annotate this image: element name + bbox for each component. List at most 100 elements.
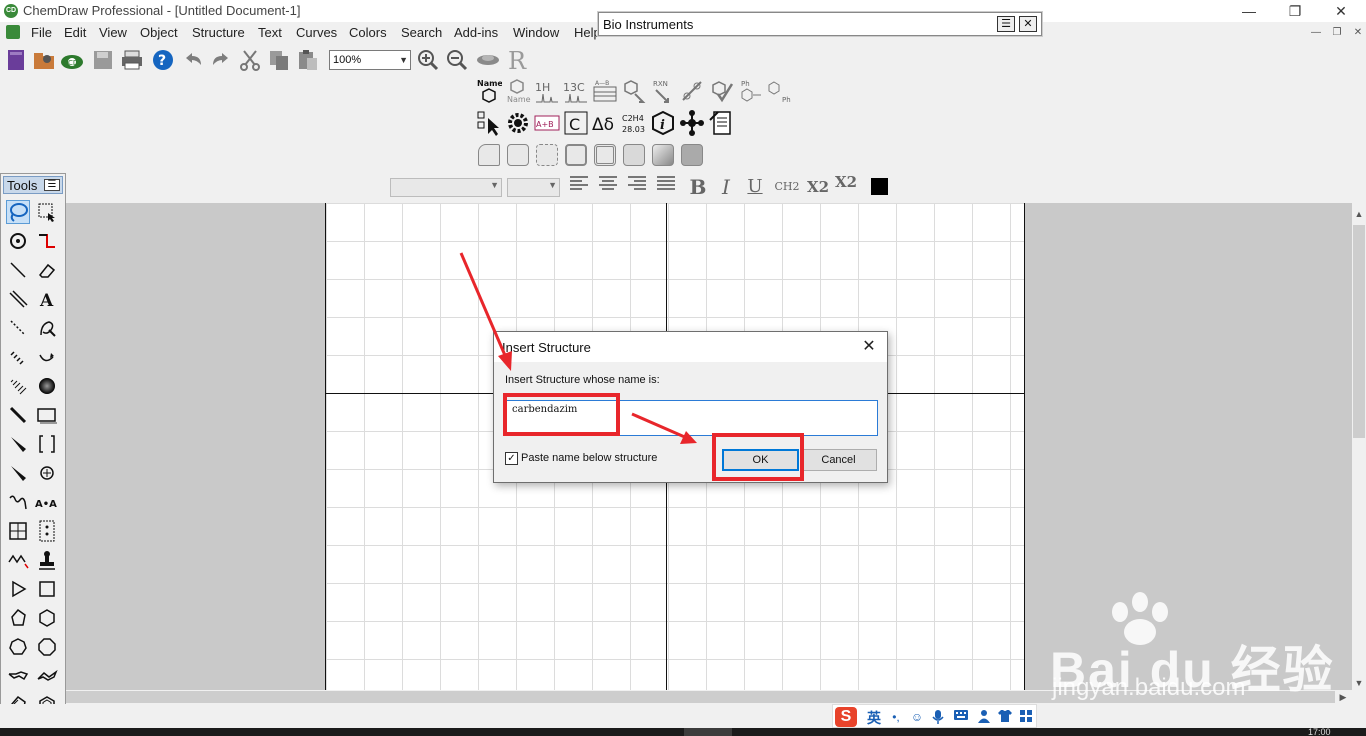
ab-icon[interactable]: A+B [534,110,560,136]
table-icon[interactable]: A—B [592,78,618,104]
help-icon[interactable]: ? [151,48,175,72]
menu-help[interactable]: Help [574,25,598,40]
filled-rect-shape-icon[interactable] [623,144,645,166]
menu-file[interactable]: File [31,25,52,40]
undo-icon[interactable] [181,48,205,72]
punctuation-toggle[interactable]: •, [888,709,904,725]
menu-search[interactable]: Search [401,25,442,40]
marquee-tool-icon[interactable] [35,200,59,224]
rxn-icon[interactable]: RXN [650,78,676,104]
menu-text[interactable]: Text [258,25,282,40]
name-to-structure-icon[interactable]: Name [476,78,502,104]
cyclobutane-tool-icon[interactable] [35,577,59,601]
tools-menu-icon[interactable]: ☰ [44,179,60,191]
shaded-rect-shape-icon[interactable] [652,144,674,166]
cancel-button[interactable]: Cancel [800,449,877,471]
bold-bond-tool-icon[interactable] [6,403,30,427]
lasso-tool-icon[interactable] [6,200,30,224]
emoji-icon[interactable]: ☺ [909,709,925,725]
structure-to-name-icon[interactable]: Name [505,78,531,104]
molecule-3d-icon[interactable] [679,110,705,136]
rounded-rect-shape-icon[interactable] [507,144,529,166]
hashed-wedge-tool-icon[interactable] [6,374,30,398]
rectangle-tool-icon[interactable] [35,403,59,427]
atom-map-tool-icon[interactable]: A•A [35,490,59,514]
taskbar-active-item[interactable] [684,728,732,736]
align-right-icon[interactable] [624,175,650,199]
hashed-bond-tool-icon[interactable] [6,345,30,369]
toolbox-icon[interactable] [1018,709,1034,725]
cut-icon[interactable] [238,48,262,72]
subscript-button[interactable]: X2 [805,175,831,199]
print-icon[interactable] [120,48,144,72]
formula-mass-icon[interactable]: C2H4 28.03 [621,110,647,136]
minimize-button[interactable]: — [1226,0,1272,22]
vertical-scroll-thumb[interactable] [1353,225,1365,438]
document-settings-icon[interactable] [708,110,734,136]
cyclooctane-tool-icon[interactable] [35,635,59,659]
bracket-tool-icon[interactable] [35,432,59,456]
restore-button[interactable]: ❐ [1272,0,1318,22]
paste-icon[interactable] [296,48,320,72]
menu-add-ins[interactable]: Add-ins [454,25,498,40]
reaction-arrow-tool-icon[interactable] [35,229,59,253]
cyclohexane-chair1-tool-icon[interactable] [6,664,30,688]
orbital-tool-icon[interactable] [35,374,59,398]
superscript-button[interactable]: X2 [833,170,859,194]
bold-button[interactable]: B [685,175,711,199]
paste-name-checkbox[interactable]: ✓ [505,452,518,465]
zoom-select[interactable]: 100% ▼ [329,50,411,70]
model-view-icon[interactable] [476,48,500,72]
redo-icon[interactable] [209,48,233,72]
expand-label-icon[interactable]: Ph [737,78,763,104]
rounded-corner-shape-icon[interactable] [478,144,500,166]
menu-object[interactable]: Object [140,25,178,40]
italic-button[interactable]: I [713,175,739,199]
open-template-icon[interactable]: CD [60,48,84,72]
cycloheptane-tool-icon[interactable] [6,635,30,659]
settings-gear-icon[interactable] [505,110,531,136]
color-swatch-icon[interactable] [866,175,892,199]
delta-icon[interactable]: Δδ [592,110,618,136]
bio-close-button[interactable]: ✕ [1019,16,1037,32]
tlc-plate-tool-icon[interactable] [35,519,59,543]
underline-button[interactable]: U [742,175,768,199]
double-rect-shape-icon[interactable] [594,144,616,166]
bio-menu-button[interactable]: ☰ [997,16,1015,32]
solid-rect-shape-icon[interactable] [681,144,703,166]
menu-curves[interactable]: Curves [296,25,337,40]
dialog-title-bar[interactable]: Insert Structure ✕ [494,332,887,362]
copy-icon[interactable] [267,48,291,72]
eraser-tool-icon[interactable] [35,258,59,282]
new-document-icon[interactable] [4,48,28,72]
menu-view[interactable]: View [99,25,127,40]
arc-tool-icon[interactable] [35,345,59,369]
dashed-bond-tool-icon[interactable] [6,316,30,340]
analyze-icon[interactable] [679,78,705,104]
align-justify-icon[interactable] [653,175,679,199]
cyclohexane-chair2-tool-icon[interactable] [35,664,59,688]
table-tool-icon[interactable] [6,519,30,543]
open-icon[interactable] [32,48,56,72]
menu-window[interactable]: Window [513,25,559,40]
hollow-wedge-tool-icon[interactable] [6,461,30,485]
c-nmr-icon[interactable]: C [563,110,589,136]
tools-palette-header[interactable]: Tools ☰ [3,176,63,194]
chain-tool-icon[interactable] [6,548,30,572]
close-button[interactable]: ✕ [1318,0,1364,22]
wedge-bond-tool-icon[interactable] [6,432,30,456]
wavy-bond-tool-icon[interactable] [6,490,30,514]
align-center-icon[interactable] [595,175,621,199]
microphone-icon[interactable] [930,709,946,725]
rotate-tool-icon[interactable] [6,229,30,253]
keyboard-icon[interactable] [953,709,969,725]
formula-style-button[interactable]: CH2 [774,175,800,199]
menu-edit[interactable]: Edit [64,25,86,40]
info-icon[interactable]: i [650,110,676,136]
single-bond-tool-icon[interactable] [6,258,30,282]
bold-rect-shape-icon[interactable] [565,144,587,166]
user-icon[interactable] [976,709,992,725]
menu-colors[interactable]: Colors [349,25,387,40]
h1-nmr-icon[interactable]: 1H [534,78,560,104]
paste-name-label[interactable]: Paste name below structure [521,452,657,464]
